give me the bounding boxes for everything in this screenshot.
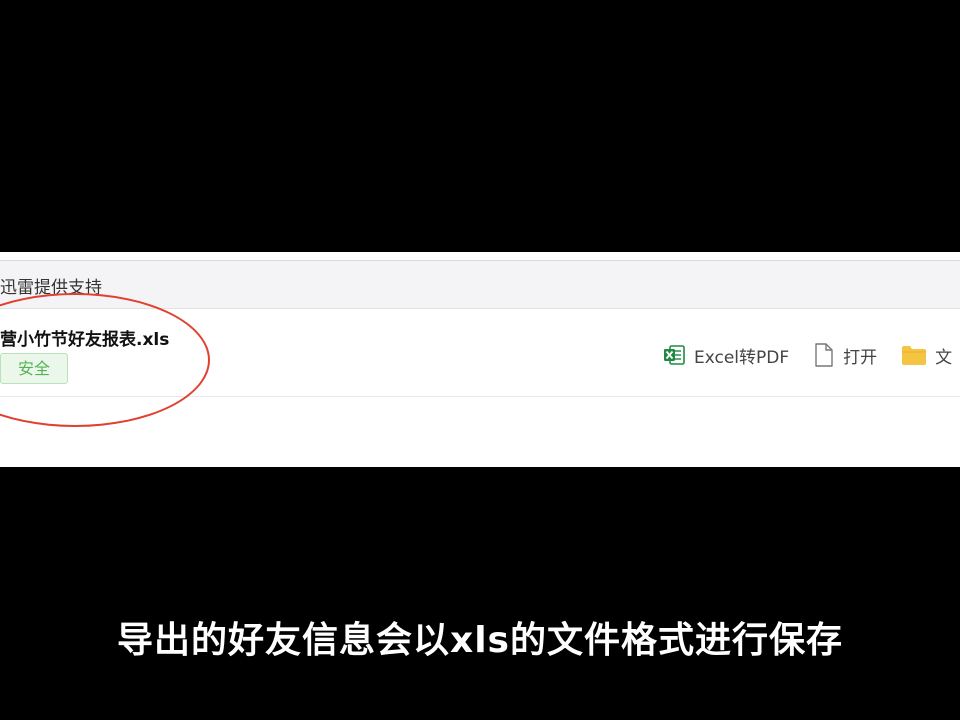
provider-text: 迅雷提供支持 — [0, 278, 102, 298]
download-panel: 迅雷提供支持 营小竹节好友报表.xls 安全 Excel转PDF 打开 文 — [0, 252, 960, 467]
download-item-row[interactable]: 营小竹节好友报表.xls 安全 Excel转PDF 打开 文 — [0, 309, 960, 397]
excel-to-pdf-button[interactable]: Excel转PDF — [662, 343, 789, 368]
folder-icon — [901, 344, 927, 366]
video-frame: 迅雷提供支持 营小竹节好友报表.xls 安全 Excel转PDF 打开 文 导出… — [0, 0, 960, 720]
open-folder-label: 文 — [935, 347, 953, 368]
file-name[interactable]: 营小竹节好友报表.xls — [0, 325, 169, 350]
excel-icon — [662, 343, 686, 367]
open-file-button[interactable]: 打开 — [813, 342, 877, 368]
open-folder-button[interactable]: 文 — [901, 343, 952, 368]
panel-divider — [0, 252, 960, 261]
download-actions: Excel转PDF 打开 文 — [662, 335, 960, 375]
video-subtitle: 导出的好友信息会以xls的文件格式进行保存 — [117, 620, 843, 661]
excel-to-pdf-label: Excel转PDF — [694, 347, 790, 368]
open-file-label: 打开 — [843, 347, 878, 368]
provider-bar: 迅雷提供支持 — [0, 261, 960, 309]
document-icon — [813, 342, 835, 368]
safe-status-badge: 安全 — [0, 353, 68, 384]
